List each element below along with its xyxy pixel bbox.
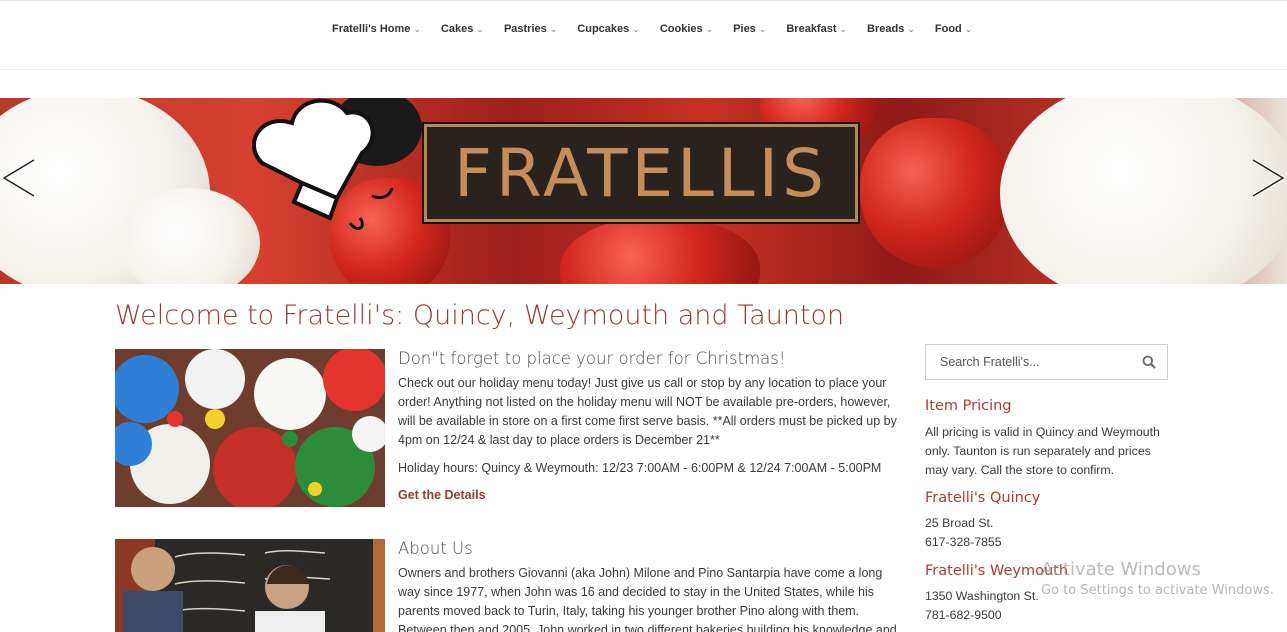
main-menu: Fratelli's Home ⌄ Cakes ⌄ Pastries ⌄ Cupcak… <box>322 23 982 35</box>
top-navigation-bar: Fratelli's Home ⌄ Cakes ⌄ Pastries ⌄ Cupcak… <box>0 0 1287 70</box>
cupcakes-illustration <box>115 349 385 507</box>
chef-hat-logo-icon <box>251 98 422 230</box>
nav-item-cookies[interactable]: Cookies ⌄ <box>650 23 723 35</box>
quincy-heading: Fratelli's Quincy <box>925 490 1041 506</box>
nav-item-pies[interactable]: Pies ⌄ <box>723 23 776 35</box>
nav-item-label: Fratelli's Home <box>332 23 411 35</box>
chevron-down-icon: ⌄ <box>705 24 714 34</box>
search-box <box>925 344 1168 380</box>
nav-item-label: Cupcakes <box>577 23 630 35</box>
holiday-hours-text: Holiday hours: Quincy & Weymouth: 12/23 … <box>398 461 882 475</box>
fratellis-logo: FRATELLIS <box>424 124 858 222</box>
activate-windows-watermark-title: Activate Windows <box>1041 559 1201 580</box>
hero-slider: FRATELLIS <box>0 98 1287 284</box>
owners-photo[interactable] <box>115 539 385 632</box>
nav-item-label: Cookies <box>659 23 703 35</box>
nav-item-pastries[interactable]: Pastries ⌄ <box>494 23 567 35</box>
chevron-left-icon[interactable] <box>0 156 40 200</box>
chevron-down-icon: ⌄ <box>758 24 767 34</box>
get-details-link[interactable]: Get the Details <box>398 488 486 502</box>
strawberry-decoration <box>560 218 760 284</box>
nav-item-cupcakes[interactable]: Cupcakes ⌄ <box>567 23 650 35</box>
strawberry-decoration <box>860 118 1010 268</box>
chevron-down-icon: ⌄ <box>476 24 484 34</box>
chevron-down-icon: ⌄ <box>964 24 973 34</box>
owners-illustration <box>115 539 385 632</box>
christmas-cupcakes-image[interactable] <box>115 349 385 507</box>
chevron-down-icon: ⌄ <box>907 24 915 34</box>
item-pricing-heading: Item Pricing <box>925 398 1012 414</box>
page-title: Welcome to Fratelli's: Quincy, Weymouth … <box>115 300 845 331</box>
weymouth-phone[interactable]: 781-682-9500 <box>925 606 1170 625</box>
search-input[interactable] <box>926 345 1126 379</box>
chevron-right-icon[interactable] <box>1247 156 1287 200</box>
activate-windows-watermark-subtitle: Go to Settings to activate Windows. <box>1041 583 1274 598</box>
chevron-down-icon: ⌄ <box>413 24 421 34</box>
chevron-down-icon: ⌄ <box>839 24 848 34</box>
nav-item-label: Food <box>934 23 962 35</box>
chevron-down-icon: ⌄ <box>549 24 558 34</box>
post-title-christmas[interactable]: Don"t forget to place your order for Chr… <box>398 349 786 368</box>
nav-item-food[interactable]: Food ⌄ <box>925 23 982 35</box>
nav-item-label: Breakfast <box>786 23 837 35</box>
post-excerpt: Check out our holiday menu today! Just g… <box>398 376 897 447</box>
post-title-about-us[interactable]: About Us <box>398 539 473 558</box>
search-icon[interactable] <box>1142 355 1156 369</box>
nav-item-breads[interactable]: Breads ⌄ <box>857 23 925 35</box>
quincy-phone[interactable]: 617-328-7855 <box>925 533 1170 552</box>
nav-item-label: Pastries <box>503 23 547 35</box>
nav-item-home[interactable]: Fratelli's Home ⌄ <box>322 23 431 35</box>
nav-item-label: Cakes <box>440 23 474 35</box>
chevron-down-icon: ⌄ <box>632 24 640 34</box>
nav-item-cakes[interactable]: Cakes ⌄ <box>431 23 494 35</box>
nav-item-label: Breads <box>867 23 905 35</box>
whipped-cream-decoration <box>1000 98 1287 284</box>
item-pricing-text: All pricing is valid in Quincy and Weymo… <box>925 425 1160 477</box>
nav-item-breakfast[interactable]: Breakfast ⌄ <box>776 23 857 35</box>
quincy-address: 25 Broad St. <box>925 516 994 530</box>
about-us-excerpt: Owners and brothers Giovanni (aka John) … <box>398 566 897 632</box>
logo-text: FRATELLIS <box>453 134 829 212</box>
nav-item-label: Pies <box>733 23 756 35</box>
